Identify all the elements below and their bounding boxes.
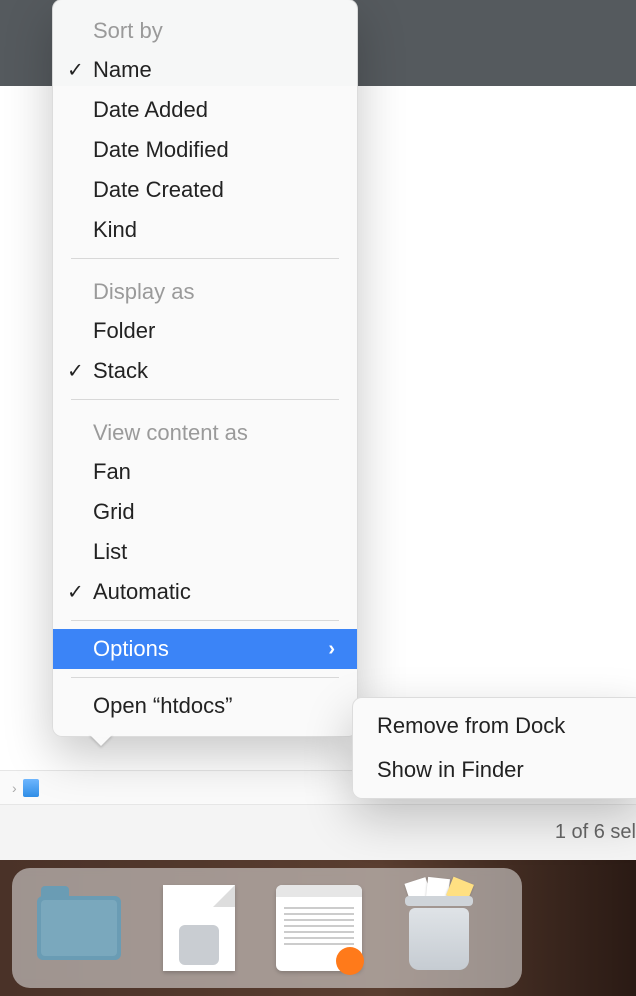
- menu-item-label: List: [93, 539, 127, 565]
- menu-item-view-automatic[interactable]: ✓ Automatic: [53, 572, 357, 612]
- dock-item-folder[interactable]: [36, 885, 122, 971]
- menu-item-sort-kind[interactable]: Kind: [53, 210, 357, 250]
- menu-item-display-stack[interactable]: ✓ Stack: [53, 351, 357, 391]
- document-harddrive-icon: [163, 885, 235, 971]
- dock-context-menu[interactable]: Sort by ✓ Name Date Added Date Modified …: [52, 0, 358, 737]
- chevron-right-icon: ›: [328, 638, 335, 661]
- menu-item-sort-date-modified[interactable]: Date Modified: [53, 130, 357, 170]
- desktop-background: [0, 860, 636, 996]
- submenu-item-show-in-finder[interactable]: Show in Finder: [353, 748, 636, 792]
- menu-item-sort-date-created[interactable]: Date Created: [53, 170, 357, 210]
- menu-item-label: Kind: [93, 217, 137, 243]
- menu-item-view-fan[interactable]: Fan: [53, 452, 357, 492]
- menu-pointer-arrow-icon: [89, 734, 113, 746]
- menu-item-label: Date Modified: [93, 137, 229, 163]
- menu-section-sort-by: Sort by: [53, 6, 357, 50]
- menu-item-view-list[interactable]: List: [53, 532, 357, 572]
- menu-section-view-as: View content as: [53, 408, 357, 452]
- document-launch-icon: [276, 885, 362, 971]
- checkmark-icon: ✓: [67, 359, 84, 384]
- menu-item-display-folder[interactable]: Folder: [53, 311, 357, 351]
- menu-item-options[interactable]: Options ›: [53, 629, 357, 669]
- menu-item-label: Fan: [93, 459, 131, 485]
- menu-item-label: Show in Finder: [377, 757, 524, 783]
- menu-separator: [71, 399, 339, 400]
- dock-item-launch-doc[interactable]: [276, 885, 362, 971]
- menu-item-label: Options: [93, 636, 169, 662]
- menu-item-label: Remove from Dock: [377, 713, 565, 739]
- menu-item-sort-date-added[interactable]: Date Added: [53, 90, 357, 130]
- menu-section-display-as: Display as: [53, 267, 357, 311]
- menu-item-view-grid[interactable]: Grid: [53, 492, 357, 532]
- path-chevron-icon: ›: [6, 780, 23, 796]
- submenu-item-remove-from-dock[interactable]: Remove from Dock: [353, 704, 636, 748]
- menu-separator: [71, 620, 339, 621]
- checkmark-icon: ✓: [67, 58, 84, 83]
- menu-item-label: Open “htdocs”: [93, 693, 232, 719]
- menu-item-open-folder[interactable]: Open “htdocs”: [53, 686, 357, 726]
- menu-item-label: Name: [93, 57, 152, 83]
- menu-separator: [71, 258, 339, 259]
- menu-item-label: Grid: [93, 499, 135, 525]
- iphone-icon: [23, 779, 39, 797]
- status-bar: 1 of 6 sel: [0, 804, 636, 860]
- menu-item-label: Automatic: [93, 579, 191, 605]
- menu-separator: [71, 677, 339, 678]
- selection-count-label: 1 of 6 sel: [555, 821, 636, 844]
- folder-icon: [37, 896, 121, 960]
- checkmark-icon: ✓: [67, 580, 84, 605]
- dock-item-harddrive-doc[interactable]: [156, 885, 242, 971]
- menu-item-label: Stack: [93, 358, 148, 384]
- options-submenu[interactable]: Remove from Dock Show in Finder: [352, 697, 636, 799]
- menu-item-label: Date Created: [93, 177, 224, 203]
- trash-full-icon: [402, 886, 476, 970]
- dock-item-trash[interactable]: [396, 885, 482, 971]
- menu-item-label: Date Added: [93, 97, 208, 123]
- dock[interactable]: [12, 868, 522, 988]
- menu-item-label: Folder: [93, 318, 155, 344]
- menu-item-sort-name[interactable]: ✓ Name: [53, 50, 357, 90]
